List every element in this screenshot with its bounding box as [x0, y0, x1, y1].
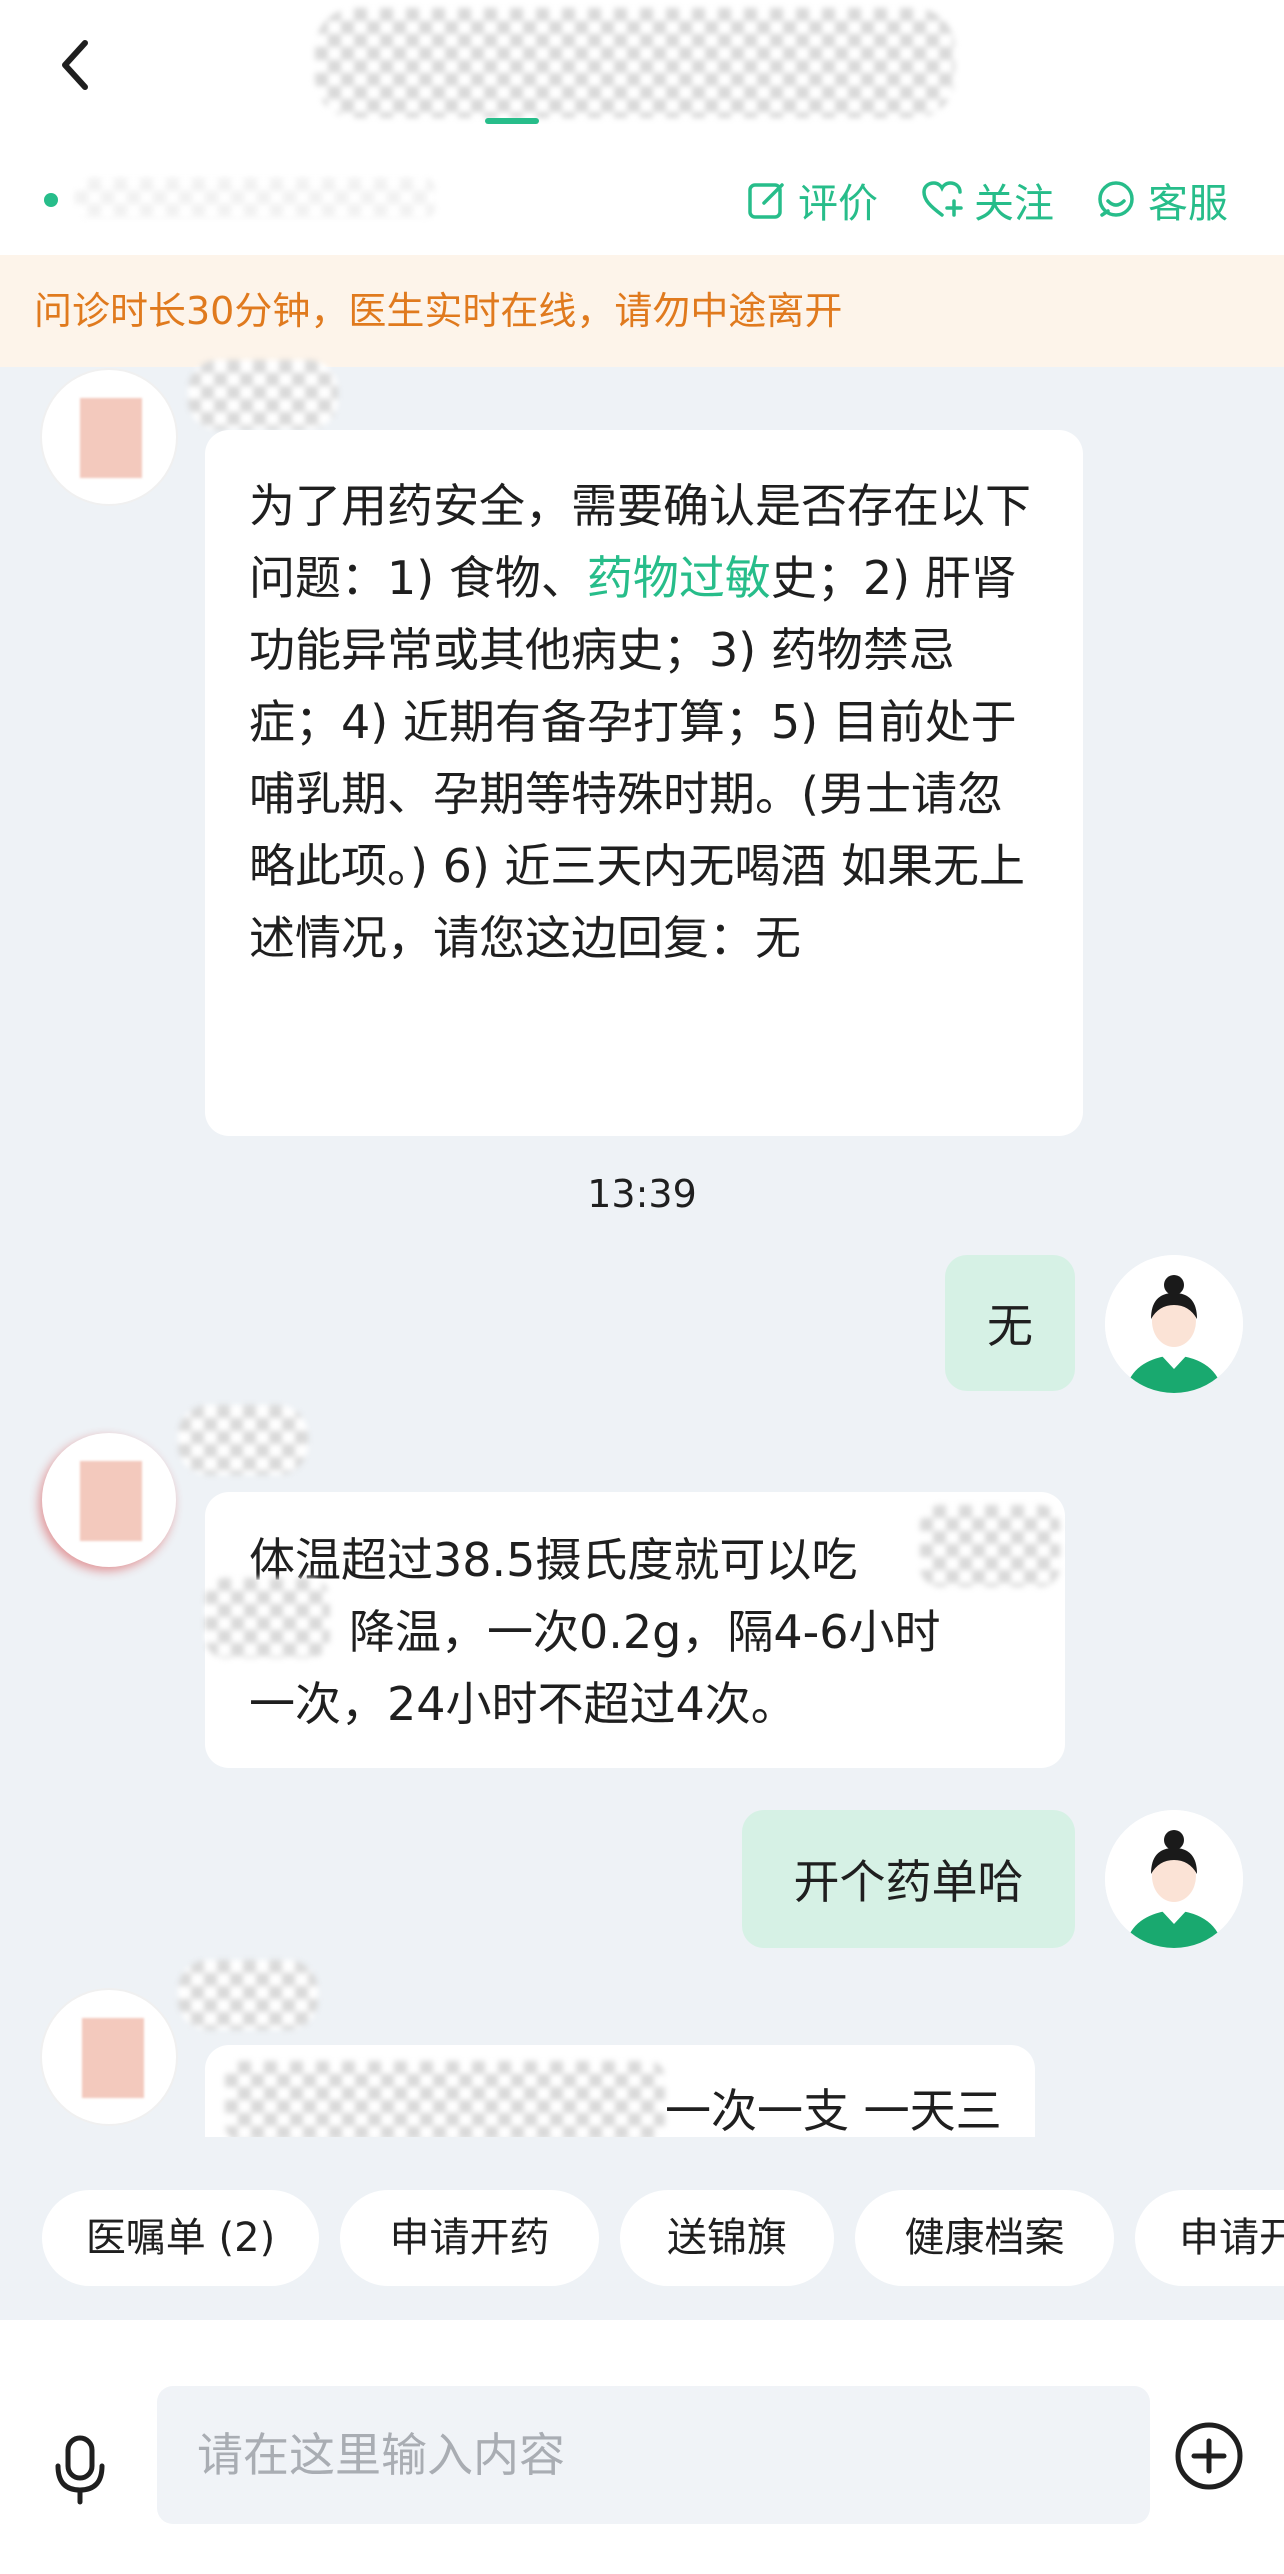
message-input[interactable]	[157, 2386, 1150, 2524]
message-input-bar	[0, 2320, 1284, 2574]
rate-label: 评价	[798, 181, 878, 227]
doctor-avatar[interactable]	[42, 370, 176, 504]
doctor-message-bubble-partial: 一次一支 一天三	[205, 2045, 1035, 2137]
rate-button[interactable]: 评价	[746, 170, 878, 230]
voice-button[interactable]	[40, 2420, 120, 2520]
doctor-message-bubble: 为了用药安全，需要确认是否存在以下问题：1) 食物、药物过敏史；2) 肝肾功能异…	[205, 430, 1083, 1136]
user-message-bubble: 无	[945, 1255, 1075, 1391]
chat-header: 评价 关注 客服	[0, 0, 1284, 255]
redacted-drug-name	[920, 1505, 1060, 1587]
follow-button[interactable]: 关注	[920, 170, 1054, 230]
more-options-button[interactable]	[1173, 2420, 1245, 2492]
customer-service-button[interactable]: 客服	[1094, 170, 1228, 230]
doctor-name-title	[315, 8, 955, 118]
edit-icon	[748, 183, 784, 219]
doctor-status-text	[75, 178, 435, 218]
redacted-drug-name	[225, 2061, 665, 2137]
message-text: 无	[987, 1299, 1033, 1353]
doctor-avatar[interactable]	[42, 1433, 176, 1567]
chip-request-prescription[interactable]: 申请开药	[340, 2190, 599, 2286]
user-message-bubble: 开个药单哈	[742, 1810, 1075, 1948]
user-avatar-icon	[1105, 1255, 1243, 1393]
chip-request-more[interactable]: 申请开	[1135, 2190, 1284, 2286]
customer-service-icon	[1098, 181, 1134, 217]
doctor-avatar[interactable]	[42, 1990, 176, 2124]
customer-service-label: 客服	[1148, 181, 1228, 227]
consultation-notice: 问诊时长30分钟，医生实时在线，请勿中途离开	[0, 255, 1284, 367]
follow-label: 关注	[974, 181, 1054, 227]
doctor-name-label	[178, 1405, 308, 1475]
doctor-name-label	[178, 1960, 318, 2030]
redacted-drug-name	[205, 1578, 330, 1658]
drug-allergy-link[interactable]: 药物过敏	[587, 551, 771, 605]
quick-actions-bar: 医嘱单 (2) 申请开药 送锦旗 健康档案 申请开	[0, 2190, 1284, 2290]
plus-circle-icon	[1175, 2422, 1243, 2490]
message-line: 体温超过38.5摄氏度就可以吃	[249, 1533, 858, 1587]
doctor-name-label	[188, 360, 338, 430]
message-line: 一次，24小时不超过4次。	[249, 1677, 797, 1731]
message-text: 开个药单哈	[793, 1855, 1024, 1909]
chip-health-record[interactable]: 健康档案	[855, 2190, 1114, 2286]
microphone-icon	[55, 2435, 105, 2505]
message-text: 史；2) 肝肾功能异常或其他病史；3) 药物禁忌症；4) 近期有备孕打算；5) …	[249, 551, 1026, 965]
heart-plus-icon	[922, 181, 963, 217]
user-avatar[interactable]	[1105, 1810, 1243, 1948]
message-text: 一次一支 一天三	[665, 2084, 1002, 2137]
message-timestamp: 13:39	[587, 1172, 697, 1216]
chip-medical-order[interactable]: 医嘱单 (2)	[42, 2190, 319, 2286]
chevron-left-icon	[62, 40, 88, 90]
user-avatar-icon	[1105, 1810, 1243, 1948]
online-status-dot	[44, 193, 58, 207]
user-avatar[interactable]	[1105, 1255, 1243, 1393]
message-line: 降温，一次0.2g，隔4-6小时	[349, 1605, 941, 1659]
chip-send-banner[interactable]: 送锦旗	[620, 2190, 834, 2286]
title-indicator	[485, 118, 539, 124]
back-button[interactable]	[40, 30, 110, 100]
